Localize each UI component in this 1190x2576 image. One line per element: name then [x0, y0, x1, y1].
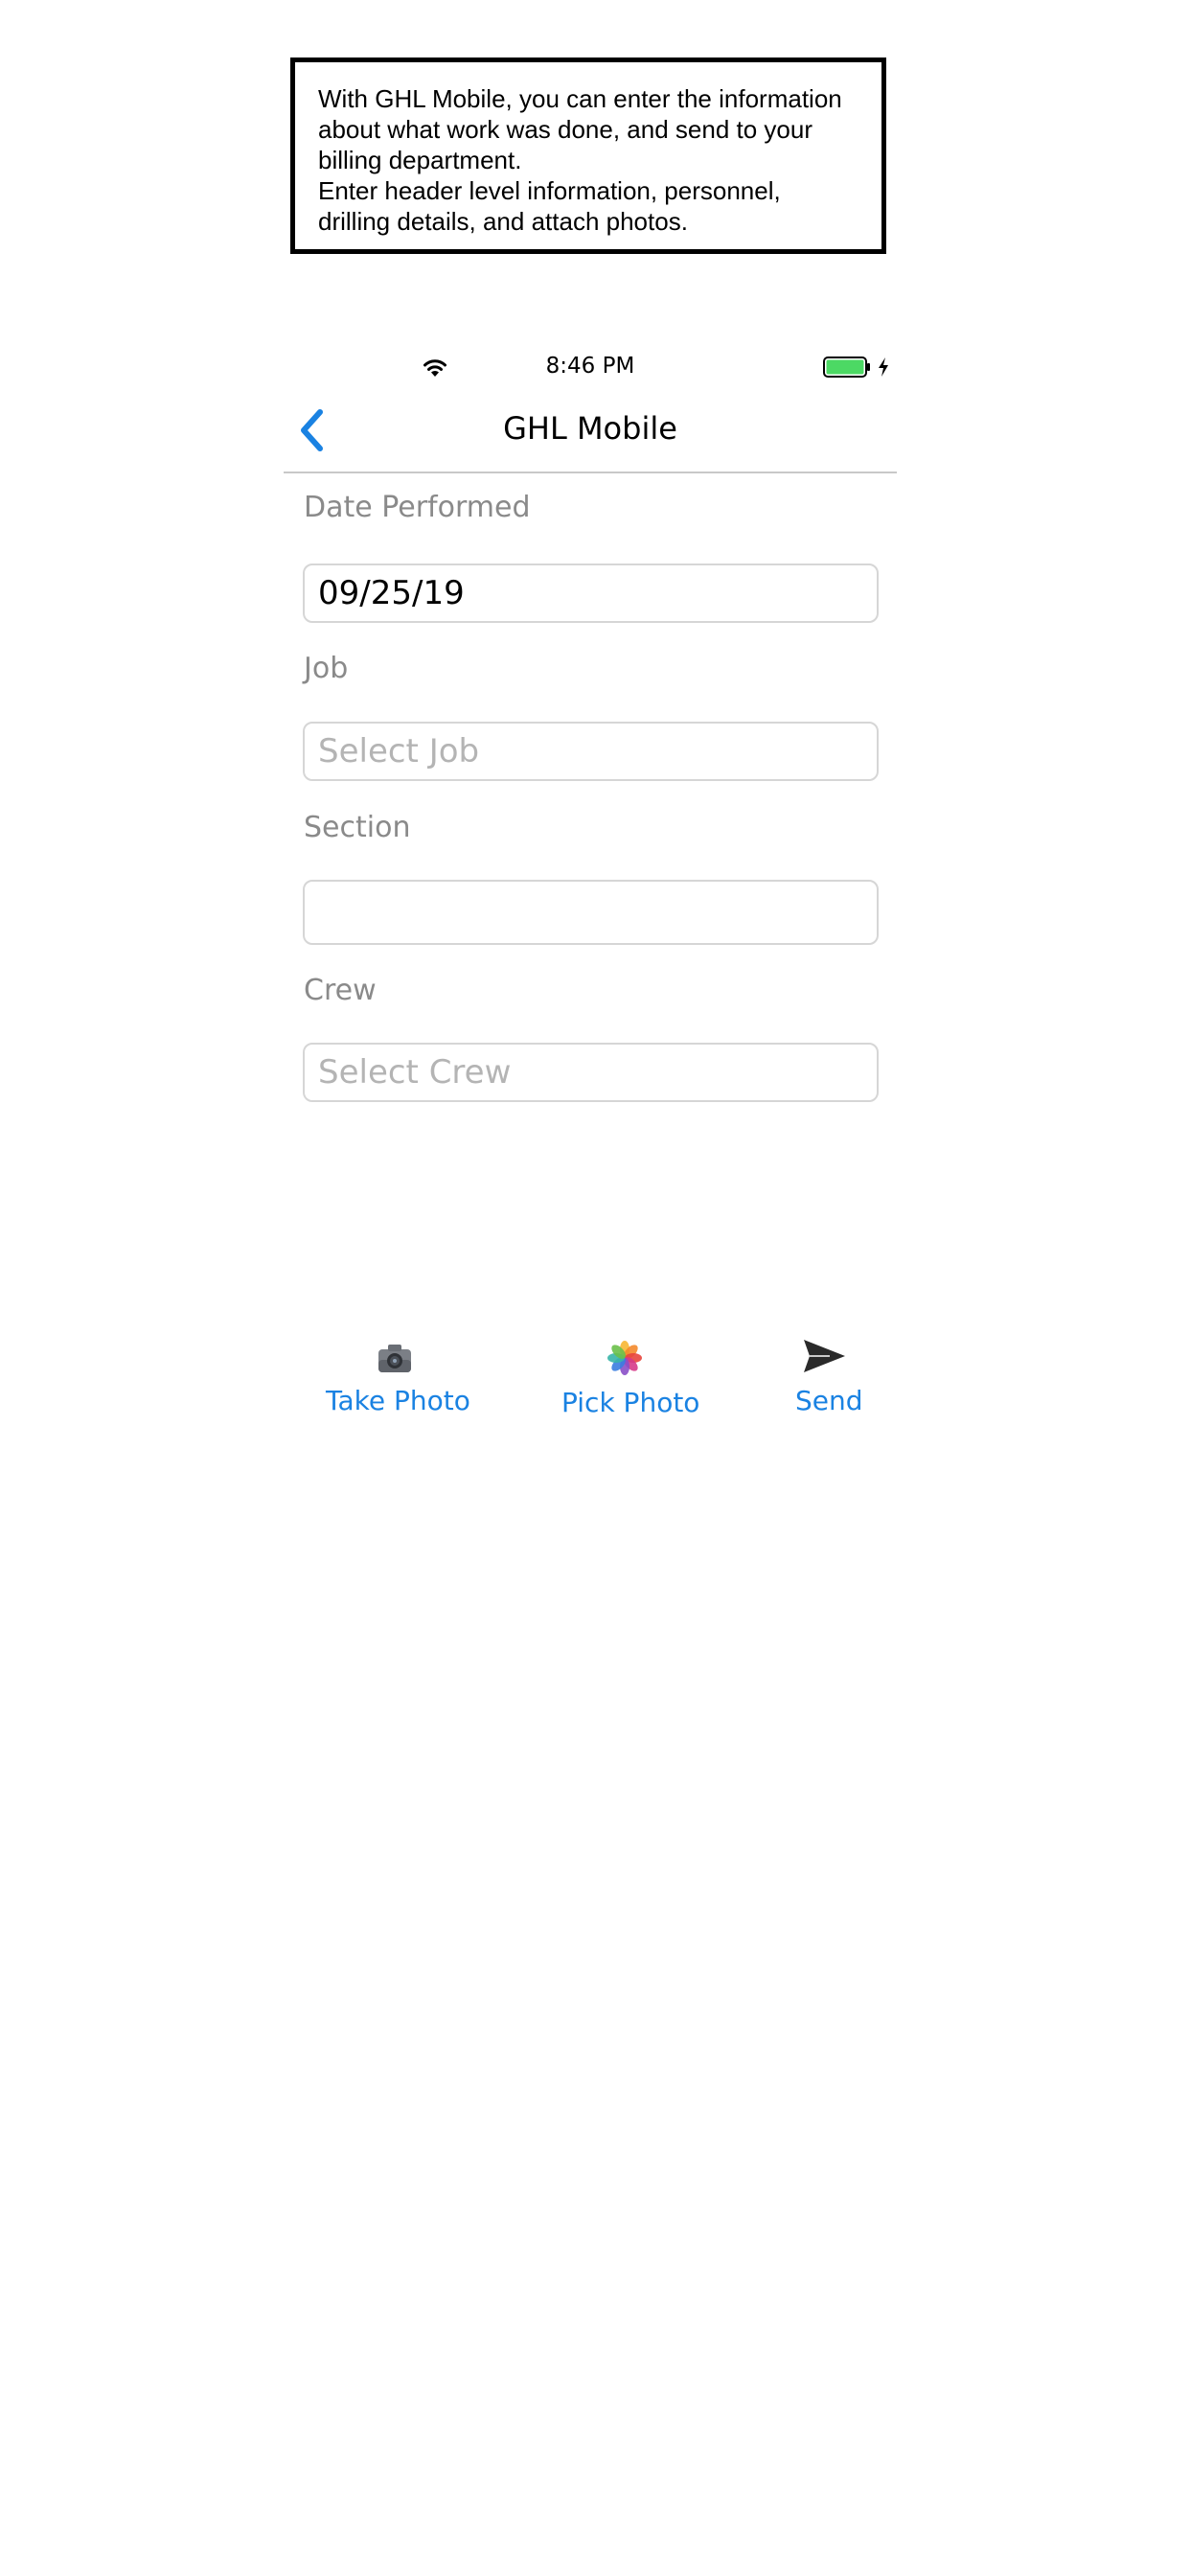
description-line: Enter header level information, personne…	[318, 176, 781, 205]
take-photo-label: Take Photo	[326, 1385, 470, 1416]
date-performed-label: Date Performed	[304, 491, 531, 524]
description-line: about what work was done, and send to yo…	[318, 115, 812, 144]
crew-label: Crew	[304, 974, 377, 1007]
pick-photo-button[interactable]: Pick Photo	[548, 1337, 701, 1442]
section-field[interactable]	[303, 880, 879, 945]
battery-icon	[823, 356, 870, 378]
send-icon	[804, 1340, 845, 1372]
description-line: With GHL Mobile, you can enter the infor…	[318, 84, 842, 113]
take-photo-button[interactable]: Take Photo	[316, 1337, 470, 1442]
page-title: GHL Mobile	[503, 410, 677, 447]
description-line: billing department.	[318, 146, 522, 174]
app-description-box: With GHL Mobile, you can enter the infor…	[290, 58, 886, 254]
pick-photo-label: Pick Photo	[561, 1387, 700, 1418]
charging-bolt-icon	[879, 357, 888, 377]
description-line: drilling details, and attach photos.	[318, 207, 688, 236]
job-select-field[interactable]	[303, 722, 879, 781]
status-time: 8:46 PM	[545, 354, 635, 379]
navigation-bar: GHL Mobile	[284, 393, 897, 473]
send-label: Send	[795, 1385, 863, 1416]
camera-icon	[378, 1345, 411, 1372]
status-bar: 8:46 PM	[284, 350, 897, 388]
photos-icon	[607, 1341, 642, 1375]
crew-select-field[interactable]	[303, 1043, 879, 1102]
date-performed-field[interactable]	[303, 564, 879, 623]
send-button[interactable]: Send	[788, 1337, 883, 1442]
section-label: Section	[304, 811, 411, 844]
job-label: Job	[304, 652, 349, 685]
